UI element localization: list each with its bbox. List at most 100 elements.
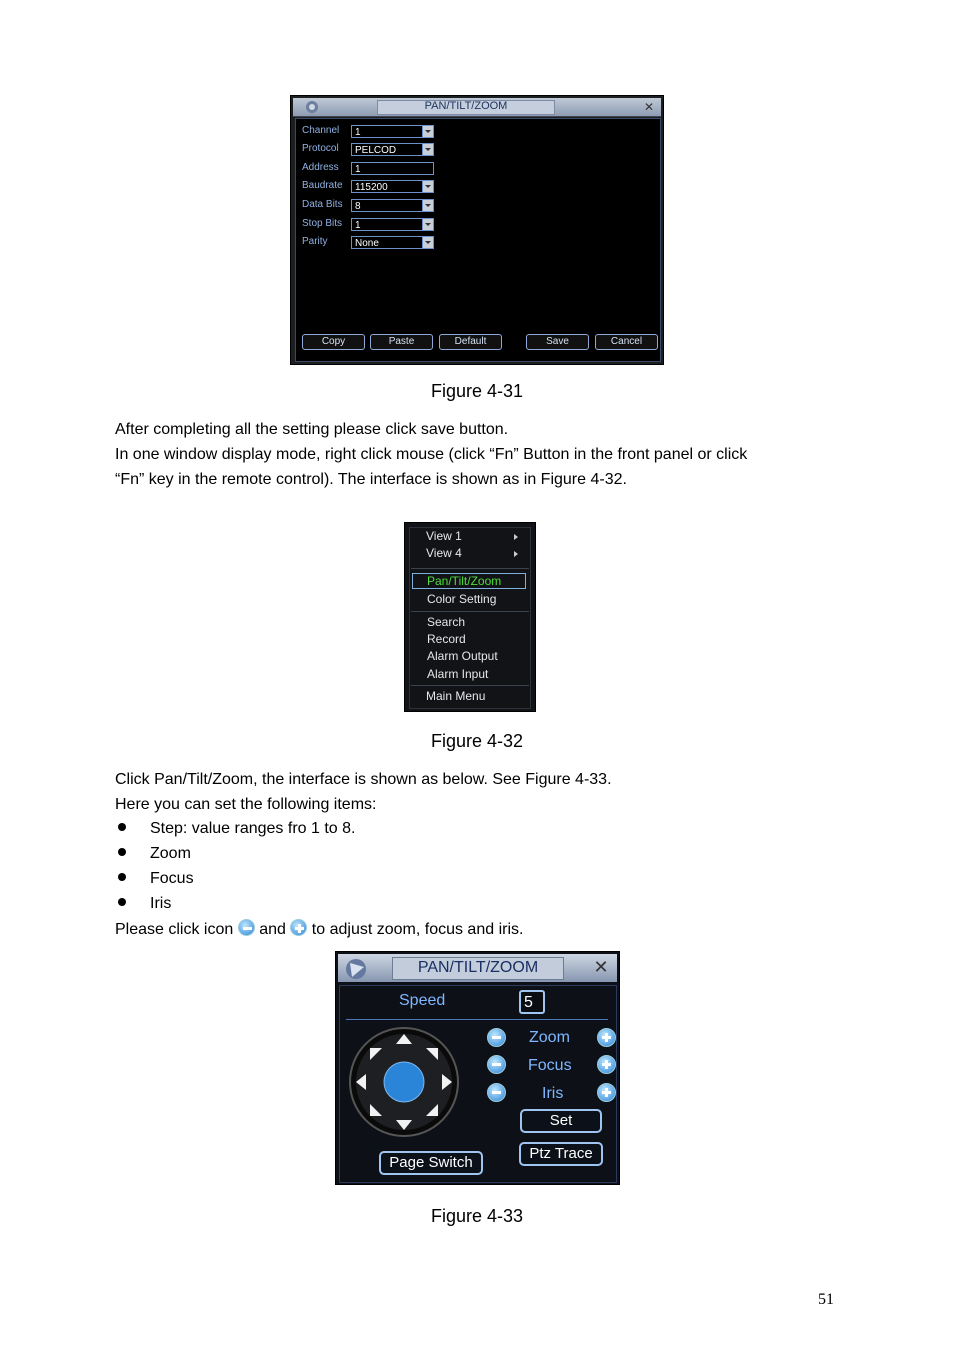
speed-divider bbox=[346, 1019, 608, 1020]
bullet-icon bbox=[118, 872, 126, 881]
bullet-icon bbox=[118, 847, 126, 856]
figure-caption-4-33: Figure 4-33 bbox=[430, 1206, 524, 1226]
protocol-value: PELCOD bbox=[355, 145, 397, 156]
dialog-title: PAN/TILT/ZOOM bbox=[417, 959, 539, 976]
chevron-down-icon bbox=[422, 181, 433, 192]
close-icon[interactable]: ✕ bbox=[592, 958, 610, 976]
address-value: 1 bbox=[355, 164, 361, 175]
bullet-text: Step: value ranges fro 1 to 8. bbox=[150, 820, 356, 837]
menu-item-color-setting[interactable]: Color Setting bbox=[427, 592, 496, 606]
dialog-body bbox=[295, 118, 661, 362]
menu-item-view-4[interactable]: View 4 bbox=[426, 546, 462, 560]
menu-item-record[interactable]: Record bbox=[427, 632, 466, 646]
zoom-label: Zoom bbox=[529, 1029, 570, 1046]
minus-icon bbox=[237, 919, 255, 936]
cancel-button[interactable]: Cancel bbox=[595, 334, 658, 350]
page-switch-button[interactable]: Page Switch bbox=[379, 1151, 483, 1175]
submenu-arrow-icon bbox=[514, 534, 518, 540]
protocol-label: Protocol bbox=[302, 143, 339, 154]
close-icon[interactable]: ✕ bbox=[643, 101, 655, 113]
chevron-down-icon bbox=[422, 144, 433, 155]
page-number: 51 bbox=[818, 1291, 834, 1308]
parity-label: Parity bbox=[302, 236, 328, 247]
bullet-icon bbox=[118, 822, 126, 831]
dialog-titlebar: PAN/TILT/ZOOM ✕ bbox=[293, 98, 661, 117]
data-bits-value: 8 bbox=[355, 201, 361, 212]
chevron-down-icon bbox=[422, 126, 433, 137]
ptz-trace-button[interactable]: Ptz Trace bbox=[519, 1142, 603, 1166]
menu-item-main-menu[interactable]: Main Menu bbox=[426, 689, 485, 703]
icon-instruction-line: Please click icon and to adjust zoom, fo… bbox=[115, 917, 523, 942]
focus-minus-button[interactable] bbox=[487, 1055, 506, 1074]
ptz-settings-dialog: PAN/TILT/ZOOM ✕ Channel 1 Protocol PELCO… bbox=[290, 95, 664, 365]
default-button[interactable]: Default bbox=[439, 334, 502, 350]
menu-item-search[interactable]: Search bbox=[427, 615, 465, 629]
speed-label: Speed bbox=[399, 992, 446, 1009]
instruction-text-a: Please click icon bbox=[115, 921, 234, 938]
dialog-titlebar: PAN/TILT/ZOOM ✕ bbox=[338, 954, 617, 982]
menu-item-alarm-output[interactable]: Alarm Output bbox=[427, 649, 498, 663]
iris-label: Iris bbox=[542, 1085, 564, 1102]
protocol-select[interactable]: PELCOD bbox=[351, 143, 434, 156]
bullet-item: Step: value ranges fro 1 to 8. bbox=[115, 820, 355, 838]
data-bits-select[interactable]: 8 bbox=[351, 199, 434, 212]
bullet-icon bbox=[118, 897, 126, 906]
stop-bits-select[interactable]: 1 bbox=[351, 218, 434, 231]
baudrate-value: 115200 bbox=[355, 182, 388, 193]
menu-item-pan-tilt-zoom[interactable]: Pan/Tilt/Zoom bbox=[427, 574, 501, 588]
menu-divider bbox=[411, 611, 529, 612]
plus-icon bbox=[290, 919, 308, 936]
channel-select[interactable]: 1 bbox=[351, 125, 434, 138]
copy-button[interactable]: Copy bbox=[302, 334, 365, 350]
parity-value: None bbox=[355, 238, 379, 249]
chevron-down-icon bbox=[422, 219, 433, 230]
submenu-arrow-icon bbox=[514, 551, 518, 557]
instruction-text-b: and bbox=[259, 921, 286, 938]
paragraph-line: After completing all the setting please … bbox=[115, 421, 509, 438]
baudrate-select[interactable]: 115200 bbox=[351, 180, 434, 193]
channel-label: Channel bbox=[302, 125, 340, 136]
paste-button[interactable]: Paste bbox=[370, 334, 433, 350]
bullet-text: Iris bbox=[150, 895, 172, 912]
dialog-title: PAN/TILT/ZOOM bbox=[424, 100, 508, 112]
bullet-text: Zoom bbox=[150, 845, 191, 862]
instruction-text-c: to adjust zoom, focus and iris. bbox=[311, 921, 524, 938]
bullet-item: Zoom bbox=[115, 845, 191, 863]
stop-bits-value: 1 bbox=[355, 220, 361, 231]
focus-label: Focus bbox=[528, 1057, 572, 1074]
paragraph-line: Here you can set the following items: bbox=[115, 796, 377, 813]
app-logo-icon bbox=[305, 100, 319, 114]
address-label: Address bbox=[302, 162, 339, 173]
iris-minus-button[interactable] bbox=[487, 1083, 506, 1102]
speed-input[interactable]: 5 bbox=[519, 990, 545, 1014]
figure-caption-4-31: Figure 4-31 bbox=[430, 381, 524, 401]
figure-caption-4-32: Figure 4-32 bbox=[430, 731, 524, 751]
zoom-minus-button[interactable] bbox=[487, 1028, 506, 1047]
chevron-down-icon bbox=[422, 200, 433, 211]
bullet-item: Focus bbox=[115, 870, 194, 888]
paragraph-line: In one window display mode, right click … bbox=[115, 446, 748, 463]
zoom-plus-button[interactable] bbox=[597, 1028, 616, 1047]
data-bits-label: Data Bits bbox=[302, 199, 343, 210]
set-button[interactable]: Set bbox=[520, 1109, 602, 1133]
paragraph-line: “Fn” key in the remote control). The int… bbox=[115, 471, 627, 488]
address-input[interactable]: 1 bbox=[351, 162, 434, 175]
iris-plus-button[interactable] bbox=[597, 1083, 616, 1102]
focus-plus-button[interactable] bbox=[597, 1055, 616, 1074]
speed-value: 5 bbox=[524, 994, 533, 1011]
baudrate-label: Baudrate bbox=[302, 180, 343, 191]
chevron-down-icon bbox=[422, 237, 433, 248]
direction-pad-graphic bbox=[349, 1027, 459, 1137]
menu-item-view-1[interactable]: View 1 bbox=[426, 529, 462, 543]
menu-item-alarm-input[interactable]: Alarm Input bbox=[427, 667, 488, 681]
menu-divider bbox=[411, 685, 529, 686]
parity-select[interactable]: None bbox=[351, 236, 434, 249]
menu-divider bbox=[411, 568, 529, 569]
app-logo-icon bbox=[344, 957, 370, 981]
paragraph-line: Click Pan/Tilt/Zoom, the interface is sh… bbox=[115, 771, 612, 788]
direction-pad[interactable] bbox=[348, 1026, 460, 1138]
stop-bits-label: Stop Bits bbox=[302, 218, 343, 229]
ptz-control-dialog: PAN/TILT/ZOOM ✕ Speed 5 Zoom Focus Iris … bbox=[335, 951, 620, 1185]
bullet-item: Iris bbox=[115, 895, 171, 913]
save-button[interactable]: Save bbox=[526, 334, 589, 350]
